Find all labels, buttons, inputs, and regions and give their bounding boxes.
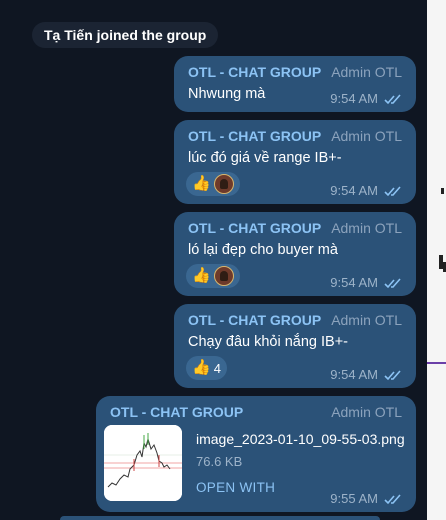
message-bubble[interactable]: OTL - CHAT GROUP Admin OTL Nhwung mà 9:5… [174, 56, 416, 112]
message-meta: 9:54 AM [330, 367, 404, 382]
message-bubble[interactable]: OTL - CHAT GROUP Admin OTL ló lại đẹp ch… [174, 212, 416, 296]
sender-name[interactable]: OTL - CHAT GROUP [110, 404, 243, 420]
double-check-icon [384, 93, 401, 104]
sender-name[interactable]: OTL - CHAT GROUP [188, 220, 321, 236]
sender-name[interactable]: OTL - CHAT GROUP [188, 128, 321, 144]
message-bubble[interactable]: OTL - CHAT GROUP Admin OTL lúc đó giá về… [174, 120, 416, 204]
message-text: ló lại đẹp cho buyer mà [188, 242, 338, 258]
next-message-edge [60, 516, 380, 520]
sender-name[interactable]: OTL - CHAT GROUP [188, 312, 321, 328]
reactions[interactable]: 👍 [186, 264, 240, 288]
chart-thumbnail-image [104, 425, 182, 501]
admin-badge: Admin OTL [331, 220, 402, 236]
message-meta: 9:54 AM [330, 91, 404, 106]
reaction-pill[interactable]: 👍 4 [186, 356, 227, 380]
message-time: 9:54 AM [330, 183, 378, 198]
admin-badge: Admin OTL [331, 64, 402, 80]
background-window-edge [427, 0, 446, 520]
reaction-count: 4 [213, 360, 221, 376]
thumbs-up-icon: 👍 [192, 267, 211, 284]
reaction-pill[interactable]: 👍 [186, 172, 240, 196]
admin-badge: Admin OTL [331, 312, 402, 328]
thumbs-up-icon: 👍 [192, 359, 211, 376]
message-time: 9:54 AM [330, 367, 378, 382]
file-message-bubble[interactable]: OTL - CHAT GROUP Admin OTL image_2023-01… [96, 396, 416, 512]
message-meta: 9:55 AM [330, 491, 404, 506]
double-check-icon [384, 277, 401, 288]
message-meta: 9:54 AM [330, 183, 404, 198]
message-time: 9:54 AM [330, 275, 378, 290]
admin-badge: Admin OTL [331, 128, 402, 144]
double-check-icon [384, 369, 401, 380]
message-text: Nhwung mà [188, 86, 266, 102]
file-size: 76.6 KB [196, 454, 243, 469]
message-text: lúc đó giá về range IB+- [188, 150, 342, 166]
service-message: Tạ Tiến joined the group [32, 22, 219, 48]
double-check-icon [384, 493, 401, 504]
double-check-icon [384, 185, 401, 196]
reaction-pill[interactable]: 👍 [186, 264, 240, 288]
sender-name[interactable]: OTL - CHAT GROUP [188, 64, 321, 80]
chart-fragment [441, 188, 444, 194]
message-bubble[interactable]: OTL - CHAT GROUP Admin OTL Chạy đâu khỏi… [174, 304, 416, 388]
open-with-button[interactable]: OPEN WITH [196, 480, 275, 495]
message-text: Chạy đâu khỏi nắng IB+- [188, 334, 349, 350]
image-thumbnail[interactable] [104, 425, 182, 501]
window-divider [427, 362, 446, 364]
message-meta: 9:54 AM [330, 275, 404, 290]
message-time: 9:54 AM [330, 91, 378, 106]
reactions[interactable]: 👍 4 [186, 356, 227, 380]
user-avatar-icon [213, 174, 234, 194]
reactions[interactable]: 👍 [186, 172, 240, 196]
user-avatar-icon [213, 266, 234, 286]
file-name[interactable]: image_2023-01-10_09-55-03.png [196, 431, 405, 447]
admin-badge: Admin OTL [331, 404, 402, 420]
thumbs-up-icon: 👍 [192, 175, 211, 192]
message-time: 9:55 AM [330, 491, 378, 506]
